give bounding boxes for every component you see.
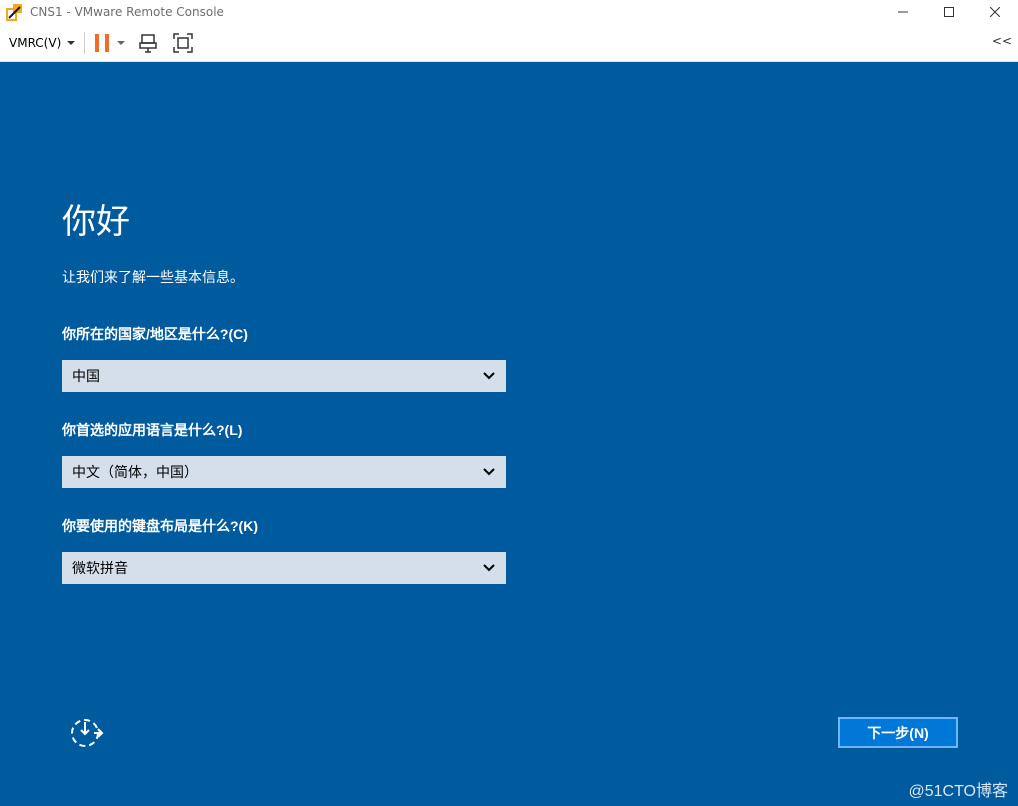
pause-button[interactable] [95,33,110,52]
power-options-dropdown[interactable] [117,40,126,45]
fullscreen-button[interactable] [173,32,194,53]
minimize-icon [898,11,908,13]
guest-console-screen[interactable]: 你好 让我们来了解一些基本信息。 你所在的国家/地区是什么?(C) 中国 你首选… [0,62,1018,806]
close-button[interactable] [972,0,1018,24]
maximize-button[interactable] [926,0,972,24]
country-label: 你所在的国家/地区是什么?(C) [62,326,248,342]
watermark-text: @51CTO博客 [908,783,1008,800]
pause-icon [95,33,100,52]
send-ctrl-alt-del-button[interactable] [139,33,159,53]
chevron-down-icon [483,468,495,476]
chevron-down-icon [483,564,495,572]
keyboard-select[interactable]: 微软拼音 [62,552,506,584]
chevron-down-icon [483,372,495,380]
window-titlebar: CNS1 - VMware Remote Console [0,0,1018,24]
vmrc-menu-button[interactable]: VMRC(V) [9,31,76,55]
language-value: 中文（简体，中国） [72,464,198,480]
fullscreen-icon [173,32,194,53]
language-label: 你首选的应用语言是什么?(L) [62,422,243,438]
setup-subtitle: 让我们来了解一些基本信息。 [62,269,244,285]
ease-of-access-button[interactable] [68,716,104,750]
toolbar-divider [84,31,86,54]
maximize-icon [944,7,954,17]
greeting-heading: 你好 [62,203,130,241]
close-icon [990,7,1000,17]
ease-of-access-icon [71,719,104,747]
country-select[interactable]: 中国 [62,360,506,392]
send-ctrl-alt-del-icon [139,33,158,53]
window-controls [880,0,1018,24]
vmrc-toolbar: VMRC(V) << [0,24,1018,62]
language-select[interactable]: 中文（简体，中国） [62,456,506,488]
collapse-toolbar-button[interactable]: << [992,34,1012,48]
minimize-button[interactable] [880,0,926,24]
vmrc-menu-label: VMRC(V) [9,35,62,50]
keyboard-label: 你要使用的键盘布局是什么?(K) [62,518,258,534]
chevron-down-icon [67,40,76,45]
vmware-app-icon [6,3,24,21]
next-button[interactable]: 下一步(N) [838,717,958,748]
window-title: CNS1 - VMware Remote Console [30,5,224,19]
country-value: 中国 [72,368,100,384]
keyboard-value: 微软拼音 [72,560,128,576]
